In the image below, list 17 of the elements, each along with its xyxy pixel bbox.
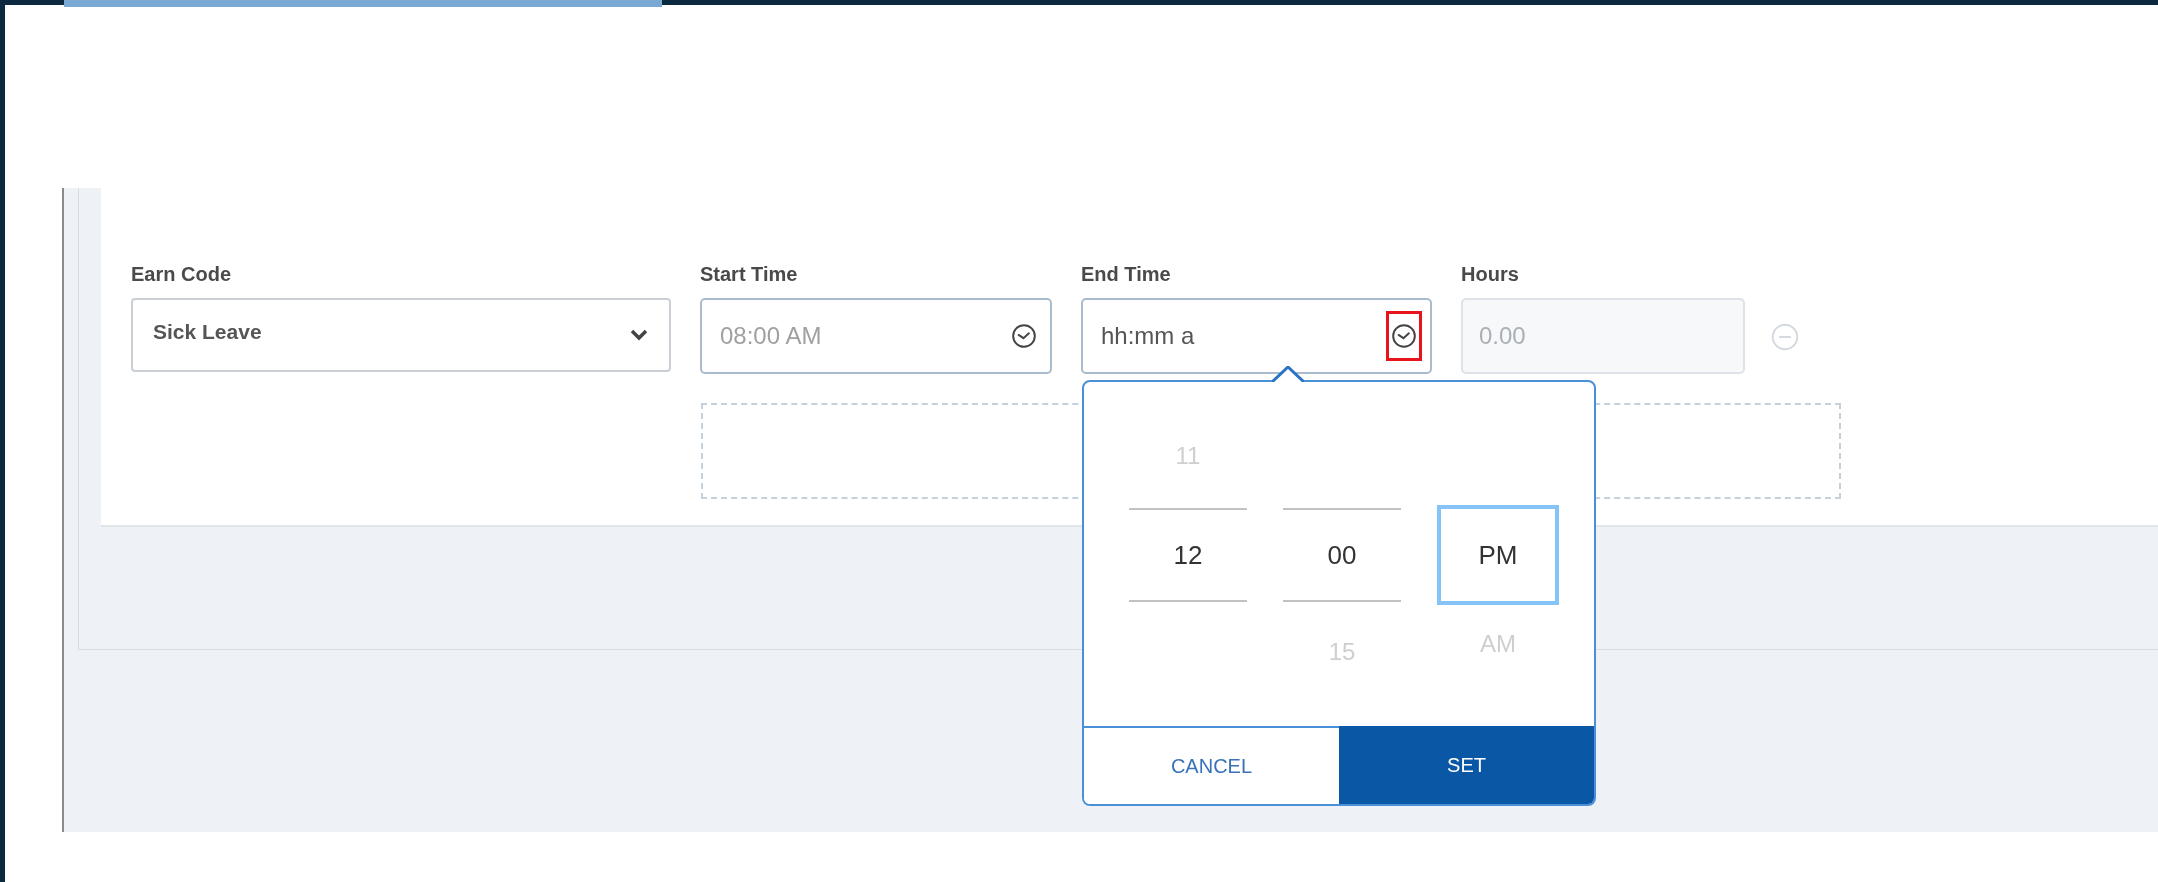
field-label: Start Time — [700, 262, 799, 286]
chevron-down-icon — [629, 328, 649, 342]
field-label: End Time — [1081, 262, 1172, 286]
time-field[interactable]: hh:mm a — [1081, 298, 1432, 374]
earn-code-select[interactable]: Sick Leave — [131, 298, 671, 372]
time-option[interactable]: 00 — [1327, 535, 1357, 575]
circle-minus-icon — [1771, 323, 1799, 351]
time-option[interactable]: PM — [1478, 535, 1518, 575]
time-field[interactable]: 08:00 AM — [700, 298, 1052, 374]
field-label: Hours — [1461, 262, 1520, 286]
clock-icon[interactable] — [1011, 323, 1037, 349]
set-button[interactable]: SET — [1339, 726, 1594, 804]
cancel-button[interactable]: CANCEL — [1084, 726, 1339, 804]
select-value: Sick Leave — [153, 319, 262, 346]
time-option[interactable]: 12 — [1173, 535, 1203, 575]
field-label: Earn Code — [131, 262, 233, 286]
clock-icon[interactable] — [1391, 323, 1417, 349]
